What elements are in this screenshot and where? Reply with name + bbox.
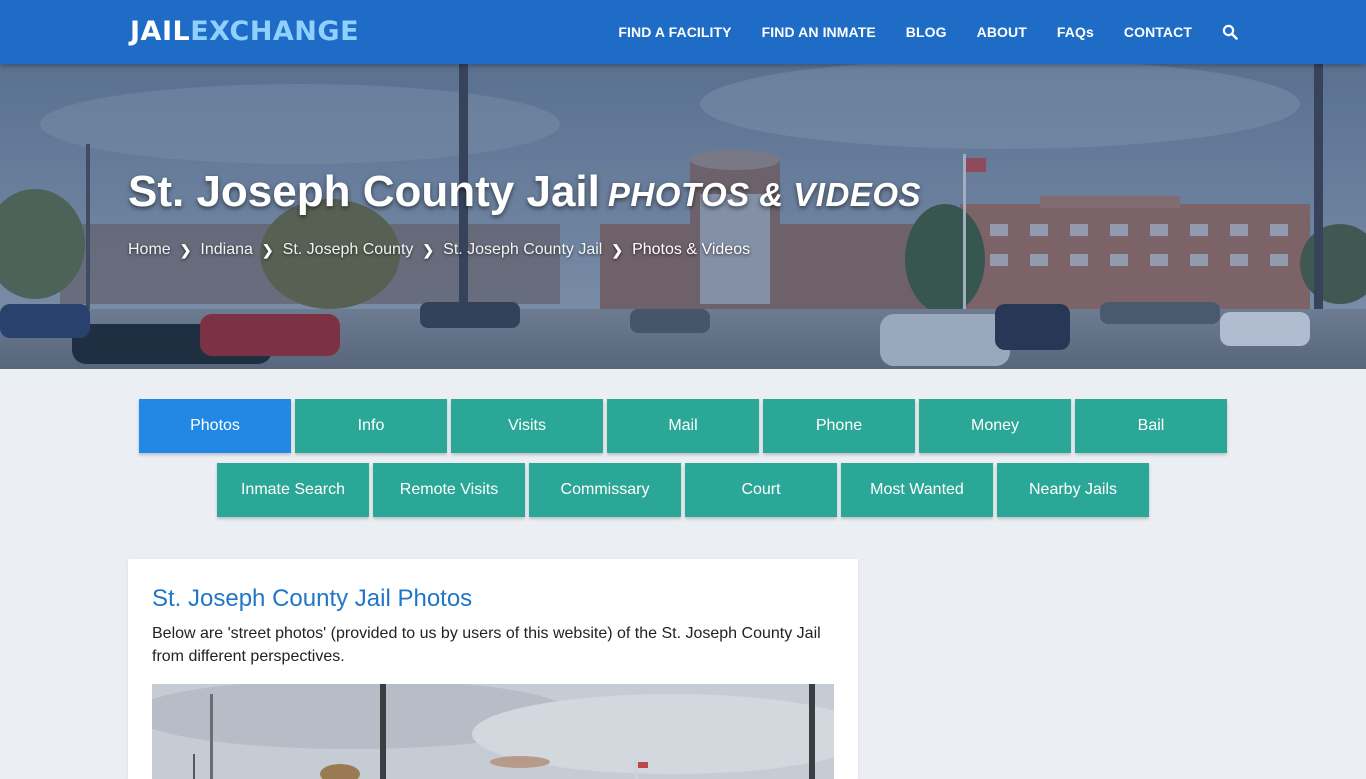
breadcrumb-county[interactable]: St. Joseph County [283, 241, 414, 259]
nav-about[interactable]: ABOUT [977, 24, 1027, 40]
nav-faqs[interactable]: FAQs [1057, 24, 1094, 40]
site-logo[interactable]: JAILEXCHANGE [130, 17, 359, 47]
breadcrumb-home[interactable]: Home [128, 241, 171, 259]
tab-photos[interactable]: Photos [139, 399, 291, 453]
tab-court[interactable]: Court [685, 463, 837, 517]
breadcrumb: Home ❯ Indiana ❯ St. Joseph County ❯ St.… [128, 241, 750, 259]
photos-card: St. Joseph County Jail Photos Below are … [128, 559, 858, 779]
tab-row-2: Inmate Search Remote Visits Commissary C… [0, 463, 1366, 517]
tab-most-wanted[interactable]: Most Wanted [841, 463, 993, 517]
main-nav: FIND A FACILITY FIND AN INMATE BLOG ABOU… [588, 0, 1238, 64]
tab-money[interactable]: Money [919, 399, 1071, 453]
nav-find-an-inmate[interactable]: FIND AN INMATE [762, 24, 876, 40]
logo-text-jail: JAIL [130, 16, 191, 47]
page-title-main: St. Joseph County Jail [128, 167, 600, 216]
tab-commissary[interactable]: Commissary [529, 463, 681, 517]
breadcrumb-indiana[interactable]: Indiana [200, 241, 253, 259]
tab-info[interactable]: Info [295, 399, 447, 453]
jail-street-photo[interactable] [152, 684, 834, 779]
tab-phone[interactable]: Phone [763, 399, 915, 453]
hero-banner: St. Joseph County Jail PHOTOS & VIDEOS Ho… [0, 64, 1366, 369]
section-tabs: Photos Info Visits Mail Phone Money Bail… [0, 399, 1366, 527]
tab-bail[interactable]: Bail [1075, 399, 1227, 453]
tab-remote-visits[interactable]: Remote Visits [373, 463, 525, 517]
tab-inmate-search[interactable]: Inmate Search [217, 463, 369, 517]
chevron-right-icon: ❯ [261, 241, 274, 258]
nav-contact[interactable]: CONTACT [1124, 24, 1192, 40]
breadcrumb-jail[interactable]: St. Joseph County Jail [443, 241, 602, 259]
tab-row-1: Photos Info Visits Mail Phone Money Bail [0, 399, 1366, 453]
chevron-right-icon: ❯ [179, 241, 192, 258]
page-title: St. Joseph County Jail PHOTOS & VIDEOS [128, 166, 921, 221]
top-navbar: JAILEXCHANGE FIND A FACILITY FIND AN INM… [0, 0, 1366, 64]
nav-find-a-facility[interactable]: FIND A FACILITY [618, 24, 731, 40]
nav-blog[interactable]: BLOG [906, 24, 947, 40]
tab-nearby-jails[interactable]: Nearby Jails [997, 463, 1149, 517]
logo-text-exchange: EXCHANGE [190, 16, 360, 47]
page-title-sub: PHOTOS & VIDEOS [607, 176, 921, 213]
breadcrumb-current: Photos & Videos [632, 241, 751, 258]
photos-heading: St. Joseph County Jail Photos [152, 585, 473, 612]
tab-mail[interactable]: Mail [607, 399, 759, 453]
chevron-right-icon: ❯ [422, 241, 435, 258]
chevron-right-icon: ❯ [611, 241, 624, 258]
search-icon[interactable] [1222, 24, 1238, 40]
tab-visits[interactable]: Visits [451, 399, 603, 453]
photos-description: Below are 'street photos' (provided to u… [152, 625, 821, 665]
